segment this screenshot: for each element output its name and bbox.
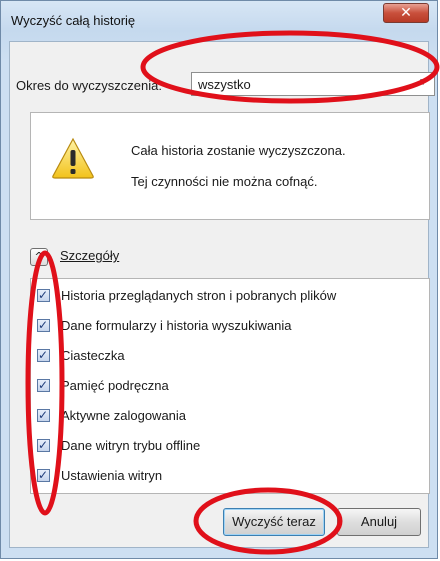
annotation-overlay xyxy=(25,30,440,555)
annotation-circle-range xyxy=(140,30,440,104)
annotation-circle-clear-button xyxy=(193,487,343,555)
annotation-circle-checkboxes xyxy=(25,250,65,516)
